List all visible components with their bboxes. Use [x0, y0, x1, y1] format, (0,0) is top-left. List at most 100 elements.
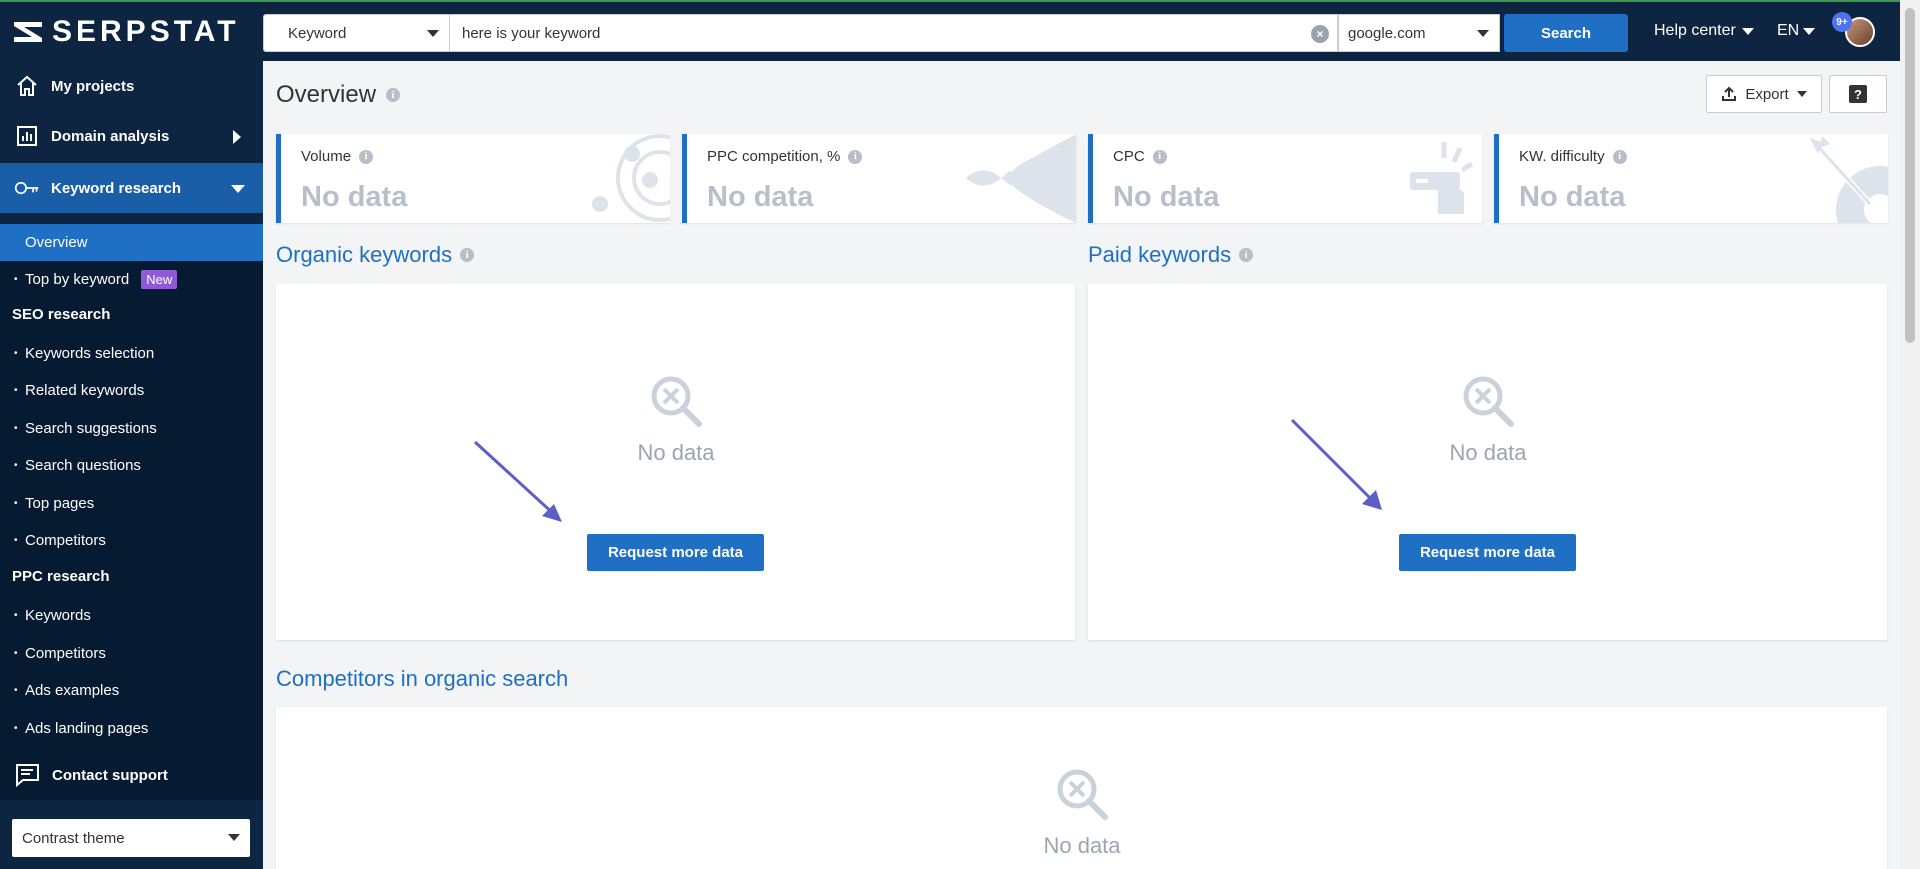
annotation-arrow-icon	[1290, 418, 1382, 510]
no-data-text: No data	[637, 440, 715, 465]
notification-badge[interactable]: 9+	[1832, 12, 1852, 32]
help-center-label: Help center	[1654, 22, 1736, 39]
info-icon[interactable]: i	[1239, 248, 1254, 262]
info-icon[interactable]: i	[1612, 149, 1627, 164]
sidebar-item-top-pages[interactable]: Top pages	[0, 485, 263, 522]
sidebar-item-overview[interactable]: Overview	[0, 224, 263, 261]
page-scrollbar[interactable]	[1900, 0, 1920, 869]
sidebar-item-keywords-selection[interactable]: Keywords selection	[0, 335, 263, 372]
sidebar-item-ads-landing-pages[interactable]: Ads landing pages	[0, 710, 263, 747]
metric-label-text: CPC	[1113, 148, 1145, 165]
metric-card-cpc: CPC i No data	[1088, 134, 1482, 223]
chevron-down-icon	[231, 185, 245, 193]
sidebar-item-seo-competitors[interactable]: Competitors	[0, 522, 263, 559]
upload-icon	[1722, 86, 1737, 101]
search-engine-value: google.com	[1348, 24, 1426, 42]
chevron-down-icon	[228, 834, 240, 841]
theme-select[interactable]: Contrast theme	[12, 819, 250, 857]
keyword-input[interactable]: here is your keyword ×	[450, 14, 1338, 52]
search-none-icon	[1463, 376, 1514, 427]
metric-value: No data	[301, 181, 408, 213]
sidebar-item-keyword-research[interactable]: Keyword research	[0, 163, 263, 213]
no-data-block: No data	[576, 374, 776, 466]
info-icon[interactable]: i	[386, 88, 401, 102]
request-more-data-button[interactable]: Request more data	[1399, 534, 1576, 571]
section-title-text: Competitors in organic search	[276, 666, 569, 691]
section-title-text: Paid keywords	[1088, 242, 1232, 267]
top-bar: SERPSTAT Keyword here is your keyword × …	[0, 0, 1920, 61]
search-type-select[interactable]: Keyword	[263, 14, 450, 52]
page-title-text: Overview	[276, 81, 377, 108]
export-button[interactable]: Export	[1706, 75, 1822, 113]
metric-value: No data	[1519, 181, 1626, 213]
question-icon: ?	[1849, 85, 1867, 103]
request-more-data-button[interactable]: Request more data	[587, 534, 764, 571]
search-none-icon	[1057, 769, 1108, 820]
sidebar-item-label: Ads landing pages	[25, 720, 149, 737]
competitors-organic-panel: No data	[276, 707, 1887, 869]
fish-icon	[966, 134, 1076, 223]
serpstat-logo[interactable]: SERPSTAT	[12, 15, 240, 48]
sidebar-item-search-suggestions[interactable]: Search suggestions	[0, 410, 263, 447]
organic-keywords-panel: No data Request more data	[276, 284, 1075, 640]
info-icon[interactable]: i	[359, 149, 374, 164]
sidebar-item-label: Search suggestions	[25, 420, 157, 437]
sidebar-item-ads-examples[interactable]: Ads examples	[0, 672, 263, 709]
chart-icon	[14, 123, 40, 149]
keyword-input-value: here is your keyword	[462, 24, 601, 42]
search-button[interactable]: Search	[1504, 14, 1628, 52]
sidebar-item-label: Related keywords	[25, 382, 145, 399]
keyword-research-submenu: Overview Top by keyword New SEO research…	[0, 224, 263, 800]
sidebar-item-my-projects[interactable]: My projects	[0, 61, 263, 111]
contact-support-label: Contact support	[52, 766, 168, 784]
paid-keywords-title: Paid keywords i	[1088, 242, 1254, 268]
info-icon[interactable]: i	[460, 248, 475, 262]
sidebar-item-label: Search questions	[25, 457, 141, 474]
search-engine-select[interactable]: google.com	[1338, 14, 1500, 52]
sidebar-item-label: Keyword research	[51, 179, 182, 197]
sidebar-item-ppc-keywords[interactable]: Keywords	[0, 597, 263, 634]
help-center-menu[interactable]: Help center	[1654, 22, 1754, 40]
search-none-icon	[651, 376, 702, 427]
clear-icon[interactable]: ×	[1311, 25, 1329, 43]
metric-card-ppc-competition: PPC competition, % i No data	[682, 134, 1076, 223]
info-icon[interactable]: i	[848, 149, 863, 164]
sidebar-item-related-keywords[interactable]: Related keywords	[0, 372, 263, 409]
home-icon	[14, 73, 40, 99]
seo-research-heading: SEO research	[12, 306, 111, 323]
theme-select-value: Contrast theme	[22, 829, 125, 847]
metric-label: KW. difficulty i	[1519, 148, 1627, 165]
chevron-right-icon	[233, 130, 241, 144]
no-data-text: No data	[1449, 440, 1527, 465]
help-button[interactable]: ?	[1829, 75, 1887, 113]
scrollbar-thumb[interactable]	[1905, 8, 1915, 343]
chevron-down-icon	[1803, 27, 1816, 35]
metric-value: No data	[1113, 181, 1220, 213]
sidebar-item-label: Domain analysis	[51, 127, 170, 145]
logo-text: SERPSTAT	[52, 15, 240, 48]
no-data-block: No data	[1388, 374, 1588, 466]
sidebar-item-label: Competitors	[25, 532, 106, 549]
sidebar-item-label: Keywords	[25, 607, 91, 624]
click-icon	[1410, 142, 1474, 214]
info-icon[interactable]: i	[1152, 149, 1167, 164]
metric-card-kw-difficulty: KW. difficulty i No data	[1494, 134, 1888, 223]
sidebar-item-label: My projects	[51, 77, 135, 95]
chevron-down-icon	[1741, 27, 1754, 35]
contact-support-link[interactable]: Contact support	[14, 763, 168, 787]
chat-icon	[16, 764, 39, 787]
metric-label: CPC i	[1113, 148, 1167, 165]
language-menu[interactable]: EN	[1777, 22, 1816, 40]
sidebar-item-ppc-competitors[interactable]: Competitors	[0, 635, 263, 672]
metric-card-volume: Volume i No data	[276, 134, 670, 223]
sidebar-item-search-questions[interactable]: Search questions	[0, 447, 263, 484]
ppc-research-heading: PPC research	[12, 568, 110, 585]
sidebar-item-top-by-keyword[interactable]: Top by keyword New	[0, 261, 263, 298]
sidebar-item-label: Overview	[25, 234, 88, 251]
sidebar-item-domain-analysis[interactable]: Domain analysis	[0, 111, 263, 161]
language-label: EN	[1777, 22, 1800, 39]
chevron-down-icon	[1796, 91, 1807, 97]
key-icon	[14, 175, 40, 201]
annotation-arrow-icon	[473, 440, 562, 522]
new-badge: New	[141, 270, 178, 289]
